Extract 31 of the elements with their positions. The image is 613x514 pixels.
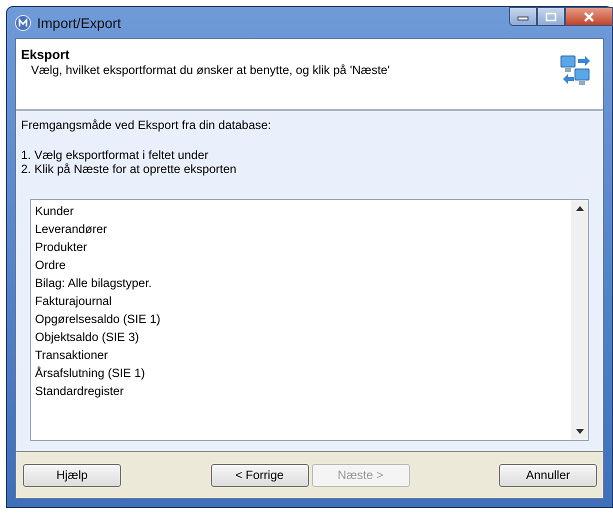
instructions-intro: Fremgangsmåde ved Eksport fra din database: <box>21 118 272 132</box>
list-item[interactable]: Bilag: Alle bilagstyper. <box>34 274 568 292</box>
list-item[interactable]: Kunder <box>34 202 568 220</box>
app-logo-icon <box>15 14 31 30</box>
scrollbar[interactable] <box>571 200 588 440</box>
list-item[interactable]: Standardregister <box>34 382 568 400</box>
scroll-up-icon[interactable] <box>576 206 584 211</box>
window-title: Import/Export <box>37 14 122 30</box>
list-item[interactable]: Leverandører <box>34 220 568 238</box>
list-item[interactable]: Fakturajournal <box>34 292 568 310</box>
instruction-step: 2. Klik på Næste for at oprette eksporten <box>21 162 589 176</box>
format-listbox[interactable]: Kunder Leverandører Produkter Ordre Bilag: Alle bilagstyper. Fakturajournal Opgørelsesaldo (SIE 1) Objektsaldo (SIE 3) Transaktioner Årsafslutning (SIE 1) Standardregister <box>30 199 589 441</box>
list-item[interactable]: Opgørelsesaldo (SIE 1) <box>34 310 568 328</box>
list-item[interactable]: Årsafslutning (SIE 1) <box>34 364 568 382</box>
dialog-button[interactable]: Annuller <box>499 464 597 486</box>
dialog-button[interactable]: Hjælp <box>23 464 121 486</box>
maximize-button[interactable] <box>537 7 565 26</box>
list-item[interactable]: Objektsaldo (SIE 3) <box>34 328 568 346</box>
page-subtitle: Vælg, hvilket eksportformat du ønsker at benytte, og klik på 'Næste' <box>30 63 390 77</box>
computers-exchange-icon <box>559 53 593 87</box>
close-button[interactable] <box>565 7 613 26</box>
list-item[interactable]: Produkter <box>34 238 568 256</box>
maximize-icon <box>545 12 557 22</box>
instruction-step: 1. Vælg eksportformat i feltet under <box>21 148 589 162</box>
list-item[interactable]: Ordre <box>34 256 568 274</box>
list-item[interactable]: Transaktioner <box>34 346 568 364</box>
scroll-down-icon[interactable] <box>576 429 584 434</box>
close-icon <box>582 10 596 22</box>
page-title: Eksport <box>21 47 70 62</box>
minimize-button[interactable] <box>509 7 537 26</box>
dialog-button[interactable]: < Forrige <box>210 464 308 486</box>
